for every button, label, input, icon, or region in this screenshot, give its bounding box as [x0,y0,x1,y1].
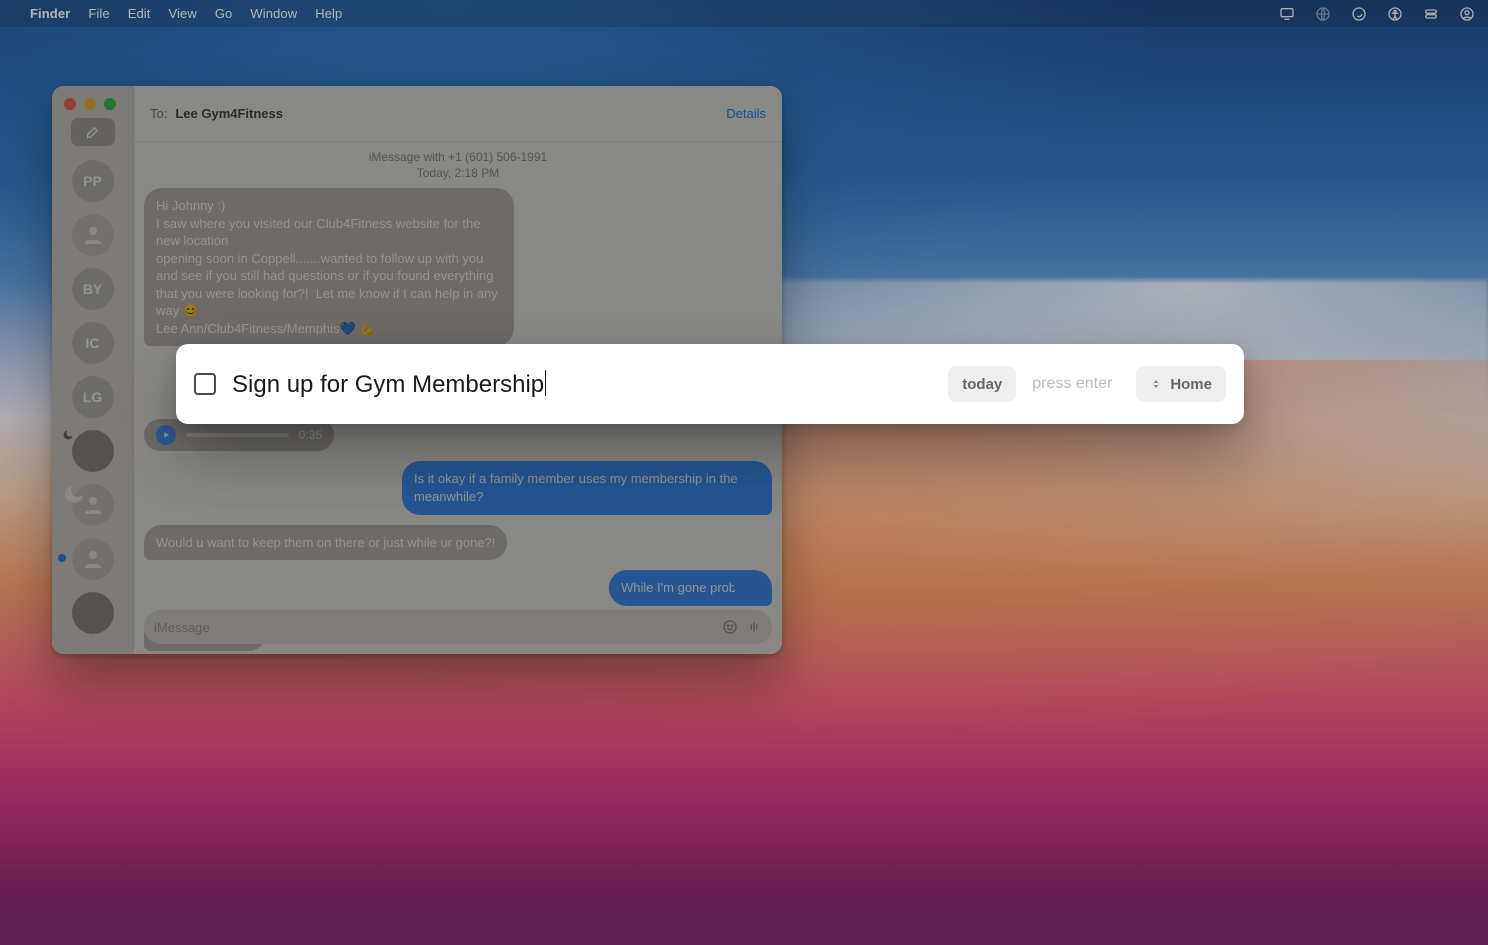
close-window-button[interactable] [64,98,76,110]
imessage-timestamp: Today, 2:18 PM [134,166,782,188]
message-bubble-outgoing[interactable]: Is it okay if a family member uses my me… [402,461,772,514]
date-chip-label: today [962,376,1002,393]
dnd-moon-icon [62,482,74,494]
task-title-text: Sign up for Gym Membership [232,371,544,398]
compose-button[interactable] [71,118,115,146]
date-chip[interactable]: today [948,366,1016,402]
avatar-initials: IC [86,335,100,351]
imessage-with-label: iMessage with +1 (601) 506-1991 [134,142,782,166]
scroll-to-latest-button[interactable] [734,572,762,600]
menubar-item-window[interactable]: Window [250,6,297,21]
window-controls [52,98,116,110]
conversation-avatar[interactable]: LG [72,376,114,418]
menubar-item-edit[interactable]: Edit [128,6,151,21]
conversation-avatar[interactable] [72,214,114,256]
voice-record-icon[interactable] [746,619,762,635]
control-center-icon[interactable] [1422,5,1440,23]
task-title-input[interactable]: Sign up for Gym Membership [232,370,932,399]
message-bubble-incoming[interactable]: Would u want to keep them on there or ju… [144,525,507,561]
voice-track[interactable] [186,433,289,437]
do-not-disturb-icon[interactable] [1350,5,1368,23]
menubar-item-file[interactable]: File [88,6,109,21]
macos-menubar: Finder File Edit View Go Window Help [0,0,1488,27]
conversation-avatar[interactable]: PP [72,160,114,202]
conversation-avatar[interactable]: BY [72,268,114,310]
to-label: To: [150,106,167,121]
user-icon[interactable] [1458,5,1476,23]
to-contact-name[interactable]: Lee Gym4Fitness [175,106,283,121]
menubar-app-name[interactable]: Finder [30,6,70,21]
globe-icon[interactable] [1314,5,1332,23]
minimize-window-button[interactable] [84,98,96,110]
voice-message[interactable]: 0:35 [144,419,334,451]
emoji-icon[interactable] [722,619,738,635]
menubar-item-go[interactable]: Go [215,6,233,21]
conversation-avatar[interactable] [72,592,114,634]
desktop: Finder File Edit View Go Window Help [0,0,1488,945]
conversation-list: PP BY IC LG [52,156,133,644]
message-input-placeholder: iMessage [154,620,714,635]
quick-add-popover: Sign up for Gym Membership today press e… [176,344,1244,424]
accessibility-icon[interactable] [1386,5,1404,23]
details-button[interactable]: Details [726,106,766,121]
conversation-avatar[interactable]: IC [72,322,114,364]
dnd-moon-icon [62,428,74,440]
avatar-initials: BY [83,281,102,297]
enter-hint: press enter [1032,375,1120,393]
list-chip-label: Home [1170,376,1212,393]
message-input-bar[interactable]: iMessage [144,610,772,644]
conversation-avatar[interactable] [72,538,114,580]
task-checkbox[interactable] [194,373,216,395]
message-bubble-incoming[interactable]: Hi Johnny :) I saw where you visited our… [144,188,514,346]
message-text: Hi Johnny :) I saw where you visited our… [156,198,501,336]
list-chip[interactable]: Home [1136,366,1226,402]
menubar-item-view[interactable]: View [169,6,197,21]
screen-mirroring-icon[interactable] [1278,5,1296,23]
menubar-item-help[interactable]: Help [315,6,342,21]
sort-icon [1150,377,1162,391]
conversation-header: To: Lee Gym4Fitness Details [134,86,782,142]
play-icon[interactable] [156,425,176,445]
messages-sidebar: PP BY IC LG [52,86,134,654]
message-text: Is it okay if a family member uses my me… [414,471,738,504]
text-caret [545,370,546,396]
conversation-avatar[interactable] [72,430,114,472]
voice-duration: 0:35 [299,428,322,442]
message-text: Would u want to keep them on there or ju… [156,535,495,550]
fullscreen-window-button[interactable] [104,98,116,110]
avatar-initials: PP [83,173,102,189]
unread-dot-icon [58,554,66,562]
conversation-avatar[interactable] [72,484,114,526]
avatar-initials: LG [83,389,102,405]
